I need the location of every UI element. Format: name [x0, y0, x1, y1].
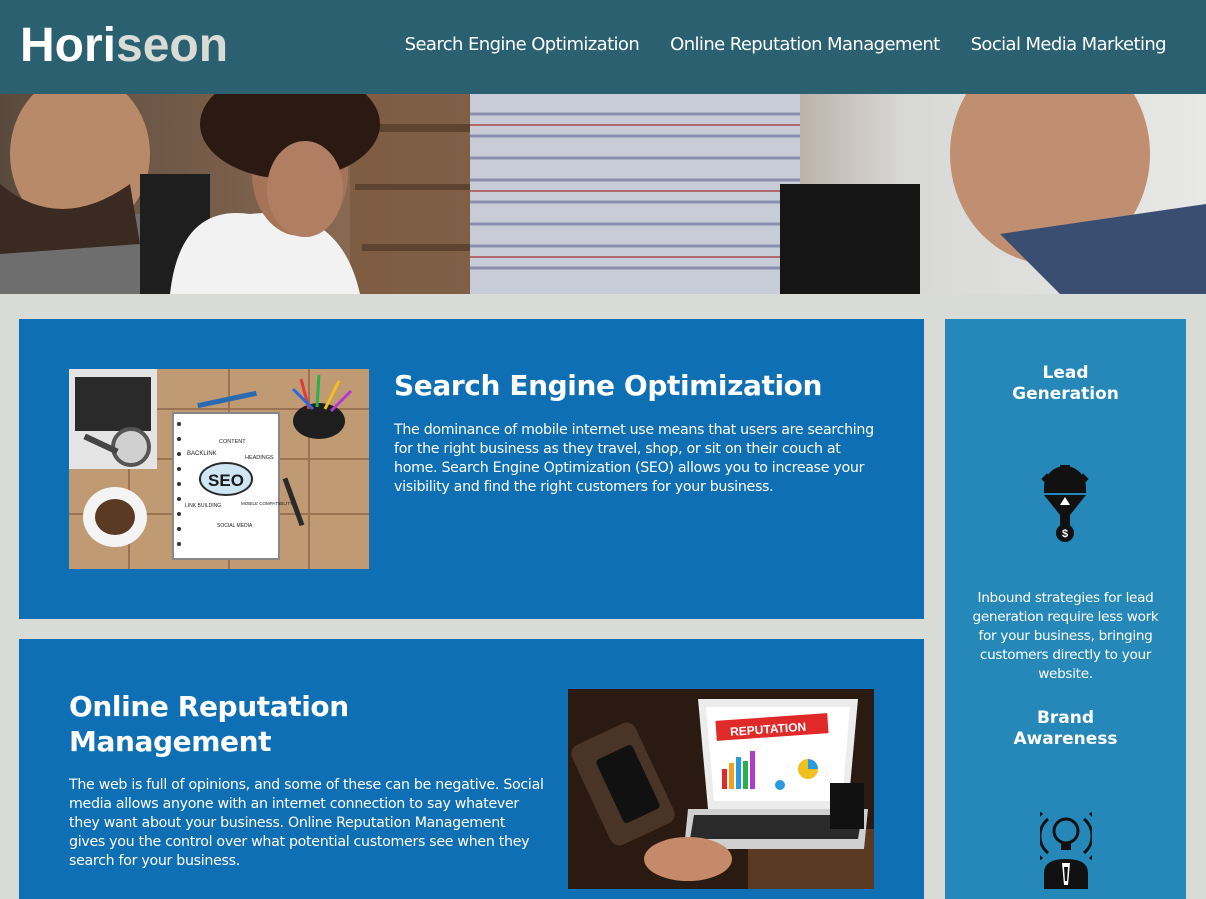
site-header: Horiseon Search Engine Optimization Onli…	[0, 0, 1206, 94]
link-building-word: LINK BUILDING	[185, 503, 221, 509]
seo-section: SEO BACKLINK CONTENT HEADINGS LINK BUILD…	[19, 319, 924, 619]
benefits-sidebar: Lead Generation $ Inbound strategies for…	[945, 319, 1186, 899]
backlink-word: BACKLINK	[187, 451, 217, 457]
lead-generation-text: Inbound strategies for lead generation r…	[972, 590, 1159, 682]
nav-link-seo[interactable]: Search Engine Optimization	[405, 32, 640, 58]
logo[interactable]: Horiseon	[20, 18, 228, 74]
lead-title-line2: Generation	[1012, 384, 1119, 404]
social-word: SOCIAL MEDIA	[217, 523, 253, 529]
seo-image: SEO BACKLINK CONTENT HEADINGS LINK BUILD…	[69, 369, 369, 569]
nav-link-smm[interactable]: Social Media Marketing	[971, 32, 1167, 58]
brand-awareness-title: Brand Awareness	[945, 708, 1186, 750]
svg-text:$: $	[1062, 528, 1068, 540]
lightbulb-person-icon	[1029, 809, 1103, 894]
seo-description: The dominance of mobile internet use mea…	[394, 422, 874, 495]
headings-word: HEADINGS	[245, 455, 274, 461]
nav-link-orm[interactable]: Online Reputation Management	[670, 32, 940, 58]
seo-title: Search Engine Optimization	[394, 369, 823, 402]
lead-title-line1: Lead	[1042, 363, 1089, 383]
main-nav: Search Engine Optimization Online Reputa…	[405, 32, 1167, 58]
mobile-word: MOBILE COMPATIBILITY	[241, 501, 293, 506]
orm-description: The web is full of opinions, and some of…	[69, 777, 544, 869]
lead-generation-title: Lead Generation	[945, 363, 1186, 405]
logo-part2: seon	[116, 19, 229, 72]
orm-section: Online Reputation Management The web is …	[19, 639, 924, 899]
content-word: CONTENT	[219, 439, 246, 445]
lead-funnel-icon: $	[1040, 465, 1090, 550]
orm-title: Online Reputation Management	[69, 690, 349, 758]
orm-image: REPUTATION	[568, 689, 874, 889]
hero-image	[0, 94, 1206, 294]
brand-title-line2: Awareness	[1013, 729, 1118, 749]
brand-title-line1: Brand	[1036, 708, 1095, 728]
seo-word: SEO	[208, 471, 244, 490]
hero-photo	[0, 94, 1206, 294]
logo-part1: Hori	[20, 19, 116, 72]
